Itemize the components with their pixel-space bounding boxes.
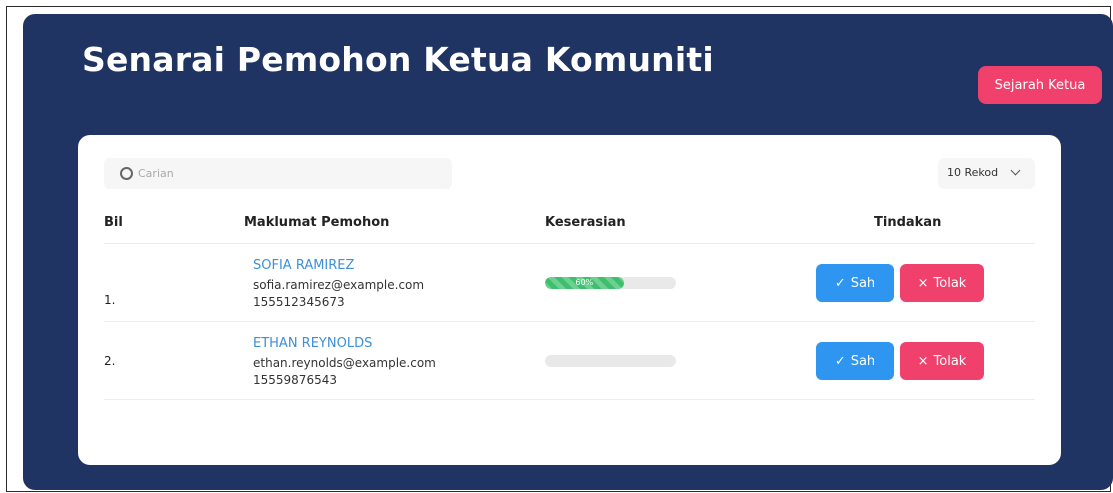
approve-button-label: Sah <box>850 275 876 291</box>
search-input[interactable] <box>138 162 438 184</box>
applicant-table-card: 10 Rekod Bil Maklumat Pemohon Keserasian… <box>78 135 1061 465</box>
compatibility-progress-fill: 60% <box>545 277 624 289</box>
applicant-phone: 15559876543 <box>253 373 337 387</box>
applicant-email: sofia.ramirez@example.com <box>253 278 425 292</box>
search-icon <box>120 167 133 180</box>
check-icon: ✓ <box>834 353 846 369</box>
close-icon: × <box>917 275 929 291</box>
check-icon: ✓ <box>834 275 846 291</box>
chevron-down-icon <box>1010 165 1021 176</box>
reject-button-label: Tolak <box>933 275 967 291</box>
column-header-compatibility: Keserasian <box>545 215 626 230</box>
records-per-page-value: 10 Rekod <box>947 166 999 179</box>
approve-button[interactable]: ✓ Sah <box>816 342 894 380</box>
row-number: 1. <box>104 293 116 307</box>
history-button[interactable]: Sejarah Ketua <box>978 66 1102 104</box>
approve-button[interactable]: ✓ Sah <box>816 264 894 302</box>
column-header-number: Bil <box>104 215 123 230</box>
applicant-phone: 155512345673 <box>253 295 345 309</box>
reject-button-label: Tolak <box>933 353 967 369</box>
search-box[interactable] <box>104 158 452 189</box>
close-icon: × <box>917 353 929 369</box>
column-header-actions: Tindakan <box>874 215 942 230</box>
main-panel: Senarai Pemohon Ketua Komuniti Sejarah K… <box>23 14 1113 490</box>
applicant-email: ethan.reynolds@example.com <box>253 356 436 370</box>
records-per-page-select[interactable]: 10 Rekod <box>938 158 1035 189</box>
applicant-name-link[interactable]: SOFIA RAMIREZ <box>253 258 354 273</box>
compatibility-progress-bar <box>545 355 676 367</box>
row-divider <box>104 399 1035 400</box>
compatibility-progress-bar: 60% <box>545 277 676 289</box>
reject-button[interactable]: × Tolak <box>900 264 984 302</box>
applicant-name-link[interactable]: ETHAN REYNOLDS <box>253 336 372 351</box>
reject-button[interactable]: × Tolak <box>900 342 984 380</box>
row-number: 2. <box>104 354 116 368</box>
row-divider <box>104 321 1035 322</box>
page-title: Senarai Pemohon Ketua Komuniti <box>82 40 714 79</box>
column-header-applicant-info: Maklumat Pemohon <box>244 215 390 230</box>
header-divider <box>104 243 1035 244</box>
approve-button-label: Sah <box>850 353 876 369</box>
